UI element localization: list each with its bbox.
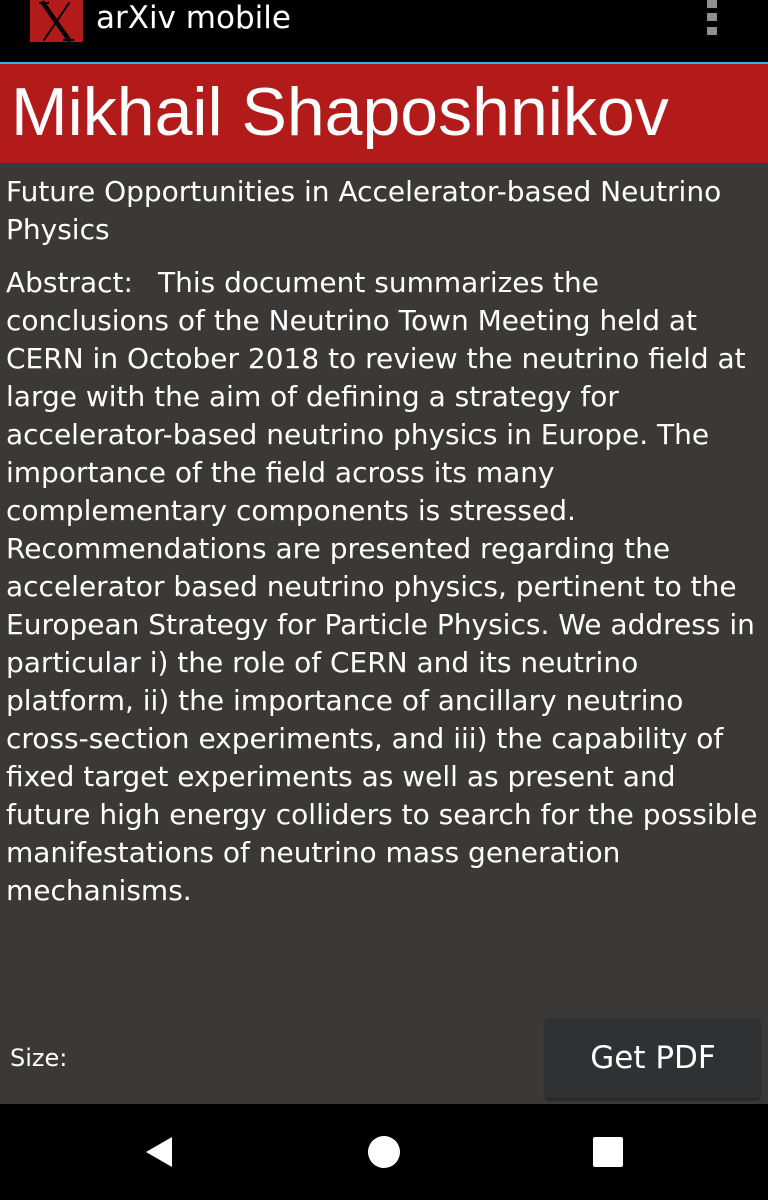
paper-title: Future Opportunities in Accelerator-base… bbox=[6, 175, 722, 246]
get-pdf-button[interactable]: Get PDF bbox=[546, 1018, 760, 1098]
back-button[interactable] bbox=[112, 1104, 208, 1200]
author-banner: Mikhail Shaposhnikov bbox=[0, 64, 768, 163]
navigation-bar bbox=[0, 1104, 768, 1200]
abstract-label: Abstract: bbox=[6, 266, 133, 299]
home-button[interactable] bbox=[336, 1104, 432, 1200]
recents-button[interactable] bbox=[560, 1104, 656, 1200]
abstract: Abstract: This document summarizes the co… bbox=[6, 264, 758, 910]
app-bar: arXiv mobile bbox=[0, 0, 768, 62]
app-title: arXiv mobile bbox=[96, 0, 291, 36]
recents-square-icon bbox=[593, 1137, 623, 1167]
arxiv-logo-icon[interactable] bbox=[30, 0, 83, 42]
author-name: Mikhail Shaposhnikov bbox=[11, 74, 669, 150]
home-circle-icon bbox=[368, 1136, 400, 1168]
size-label: Size: bbox=[10, 1044, 68, 1072]
back-triangle-icon bbox=[146, 1137, 172, 1167]
overflow-menu-icon[interactable] bbox=[696, 0, 728, 44]
abstract-text: This document summarizes the conclusions… bbox=[6, 266, 758, 907]
